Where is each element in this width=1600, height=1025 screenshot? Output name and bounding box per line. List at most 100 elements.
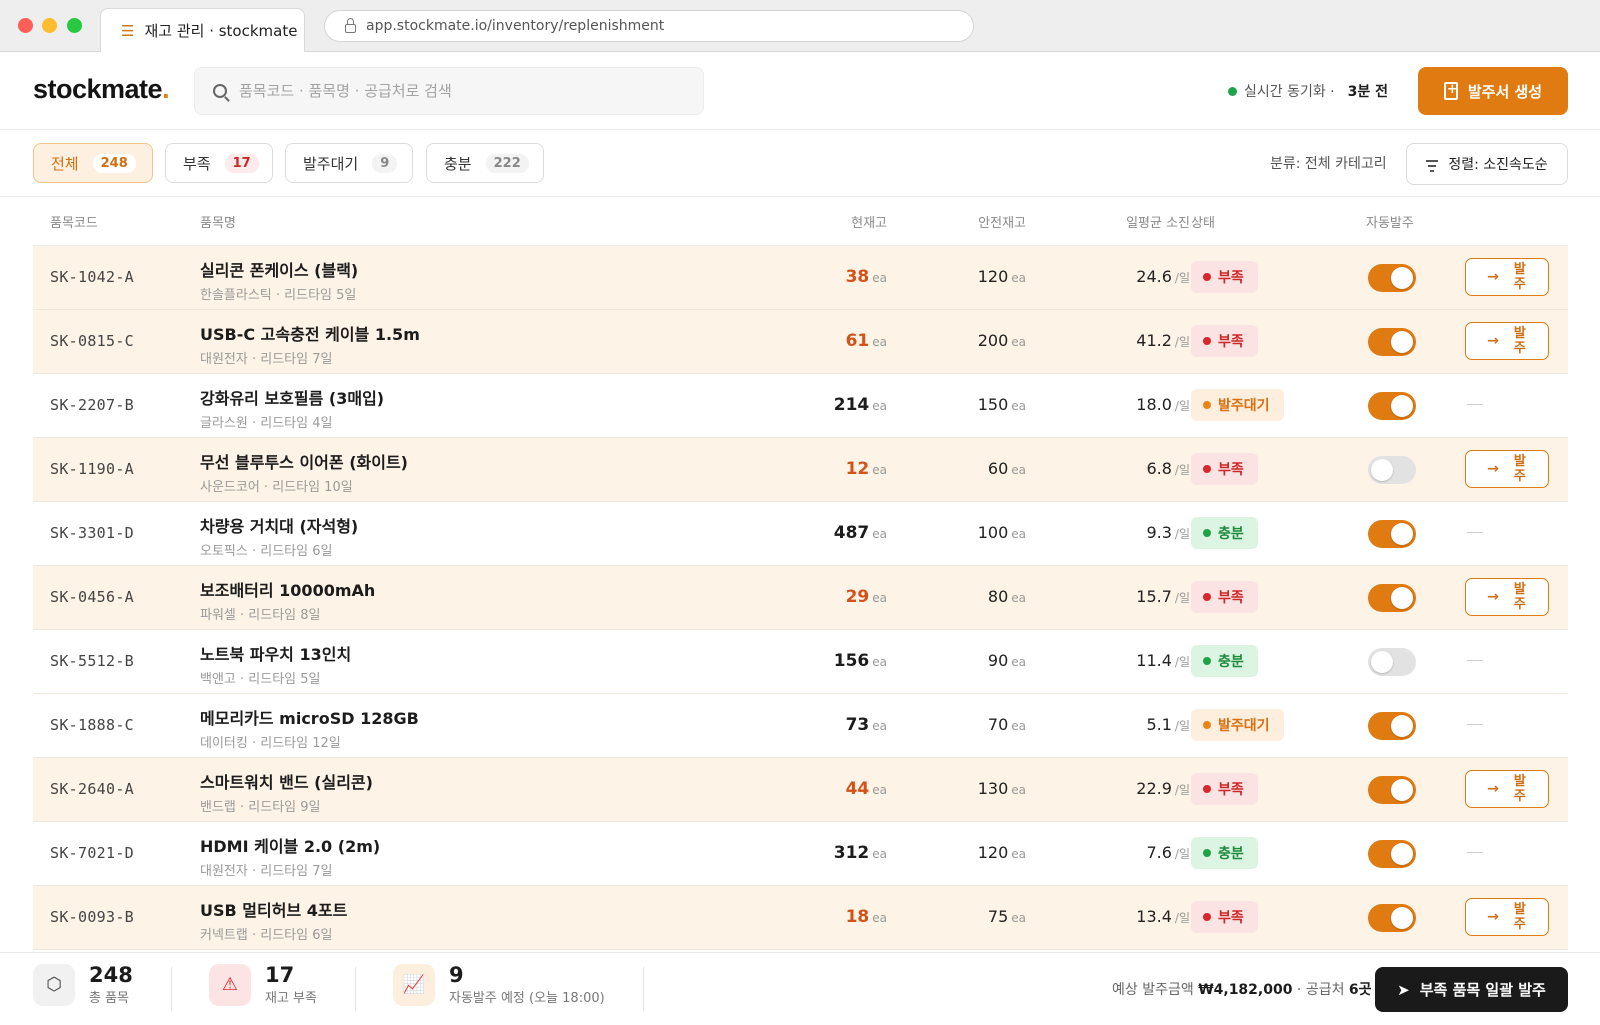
search-input[interactable] [239, 82, 679, 100]
logo[interactable]: stockmate. [33, 74, 170, 105]
order-button[interactable]: → 발주 [1465, 322, 1549, 360]
col-safety[interactable]: 안전재고 [913, 212, 1026, 231]
table-row[interactable]: SK-1190-A 무선 블루투스 이어폰 (화이트) 사운드코어 · 리드타임… [33, 438, 1568, 502]
table-row[interactable]: SK-2207-B 강화유리 보호필름 (3매입) 글라스원 · 리드타임 4일… [33, 374, 1568, 438]
inventory-table: 품목코드 품목명 현재고 안전재고 일평균 소진 상태 자동발주 SK-1042… [33, 198, 1568, 950]
arrow-right-icon: → [1487, 269, 1499, 285]
col-auto[interactable]: 자동발주 [1366, 212, 1414, 231]
item-name[interactable]: 메모리카드 microSD 128GB [200, 705, 419, 729]
safety-stock: 130 ea [977, 779, 1026, 798]
table-row[interactable]: SK-2640-A 스마트워치 밴드 (실리콘) 밴드랩 · 리드타임 9일 4… [33, 758, 1568, 822]
table-row[interactable]: SK-1042-A 실리콘 폰케이스 (블랙) 한솔플라스틱 · 리드타임 5일… [33, 246, 1568, 310]
status-dot-icon [1203, 529, 1211, 537]
col-code[interactable]: 품목코드 [50, 212, 98, 231]
auto-order-toggle[interactable] [1368, 456, 1416, 484]
arrow-right-icon: → [1487, 781, 1499, 797]
col-name[interactable]: 품목명 [200, 212, 236, 231]
table-row[interactable]: SK-0093-B USB 멀티허브 4포트 커넥트랩 · 리드타임 6일 18… [33, 886, 1568, 950]
current-stock: 214 ea [833, 395, 887, 415]
auto-order-toggle[interactable] [1368, 776, 1416, 804]
table-row[interactable]: SK-0815-C USB-C 고속충전 케이블 1.5m 대원전자 · 리드타… [33, 310, 1568, 374]
auto-order-toggle[interactable] [1368, 712, 1416, 740]
item-code: SK-0815-C [50, 332, 134, 350]
daily-consumption: 13.4/일 [1136, 907, 1190, 926]
daily-consumption: 6.8/일 [1146, 459, 1190, 478]
item-name[interactable]: 무선 블루투스 이어폰 (화이트) [200, 449, 408, 473]
lock-icon [345, 17, 356, 33]
filter-bar: 전체 248 부족 17 발주대기 9 충분 222 분류: 전체 카테고리 정… [0, 131, 1600, 197]
auto-order-toggle[interactable] [1368, 520, 1416, 548]
arrow-right-icon: → [1487, 589, 1499, 605]
item-name-cell: 강화유리 보호필름 (3매입) 글라스원 · 리드타임 4일 [200, 385, 384, 431]
item-name[interactable]: USB 멀티허브 4포트 [200, 897, 347, 921]
item-name[interactable]: USB-C 고속충전 케이블 1.5m [200, 321, 420, 345]
item-code: SK-2207-B [50, 396, 134, 414]
item-code: SK-2640-A [50, 780, 134, 798]
table-row[interactable]: SK-5512-B 노트북 파우치 13인치 백앤고 · 리드타임 5일 156… [33, 630, 1568, 694]
daily-consumption: 22.9/일 [1136, 779, 1190, 798]
table-row[interactable]: SK-1888-C 메모리카드 microSD 128GB 데이터킹 · 리드타… [33, 694, 1568, 758]
item-name[interactable]: 스마트워치 밴드 (실리콘) [200, 769, 373, 793]
category-filter[interactable]: 분류: 전체 카테고리 [1270, 153, 1387, 173]
item-supplier: 대원전자 · 리드타임 7일 [200, 352, 333, 367]
create-po-button[interactable]: 발주서 생성 [1418, 67, 1568, 115]
browser-tab[interactable]: ☰ 재고 관리 · stockmate [100, 8, 305, 52]
item-name-cell: USB-C 고속충전 케이블 1.5m 대원전자 · 리드타임 7일 [200, 321, 420, 367]
order-button[interactable]: → 발주 [1465, 578, 1549, 616]
chart-icon: 📈 [393, 963, 435, 1006]
order-button[interactable]: → 발주 [1465, 770, 1549, 808]
filter-chip-sufficient[interactable]: 충분 222 [426, 143, 544, 183]
auto-order-toggle[interactable] [1368, 904, 1416, 932]
auto-order-toggle[interactable] [1368, 392, 1416, 420]
item-supplier: 오토픽스 · 리드타임 6일 [200, 544, 333, 559]
status-dot-icon [1203, 337, 1211, 345]
auto-order-toggle[interactable] [1368, 648, 1416, 676]
address-bar[interactable]: app.stockmate.io/inventory/replenishment [324, 10, 974, 42]
col-daily[interactable]: 일평균 소진 [1073, 212, 1190, 231]
current-stock: 487 ea [833, 523, 887, 543]
status-dot-icon [1203, 273, 1211, 281]
order-button[interactable]: → 발주 [1465, 450, 1549, 488]
filter-chip-all[interactable]: 전체 248 [33, 143, 153, 183]
divider [171, 967, 172, 1011]
item-supplier: 글라스원 · 리드타임 4일 [200, 416, 333, 431]
sort-button[interactable]: 정렬: 소진속도순 [1406, 143, 1568, 185]
bulk-order-button[interactable]: ➤ 부족 품목 일괄 발주 [1375, 967, 1568, 1012]
status-badge: 충분 [1191, 645, 1258, 677]
auto-order-toggle[interactable] [1368, 584, 1416, 612]
window-close-button[interactable] [18, 18, 33, 33]
app-header: stockmate. 실시간 동기화 · 3분 전 발주서 생성 [0, 52, 1600, 130]
table-row[interactable]: SK-3301-D 차량용 거치대 (자석형) 오토픽스 · 리드타임 6일 4… [33, 502, 1568, 566]
auto-order-toggle[interactable] [1368, 328, 1416, 356]
search-box[interactable] [194, 67, 704, 115]
item-name[interactable]: 노트북 파우치 13인치 [200, 641, 351, 665]
item-supplier: 대원전자 · 리드타임 7일 [200, 864, 333, 879]
item-name[interactable]: 실리콘 폰케이스 (블랙) [200, 257, 358, 281]
col-stock[interactable]: 현재고 [773, 212, 887, 231]
order-button[interactable]: → 발주 [1465, 898, 1549, 936]
item-name-cell: 보조배터리 10000mAh 파워셀 · 리드타임 8일 [200, 577, 375, 623]
item-name[interactable]: 차량용 거치대 (자석형) [200, 513, 358, 537]
daily-consumption: 15.7/일 [1136, 587, 1190, 606]
filter-chip-pending[interactable]: 발주대기 9 [285, 143, 413, 183]
table-row[interactable]: SK-0456-A 보조배터리 10000mAh 파워셀 · 리드타임 8일 2… [33, 566, 1568, 630]
auto-order-toggle[interactable] [1368, 840, 1416, 868]
daily-consumption: 18.0/일 [1136, 395, 1190, 414]
item-name[interactable]: 강화유리 보호필름 (3매입) [200, 385, 384, 409]
divider [643, 967, 644, 1011]
col-status[interactable]: 상태 [1191, 212, 1215, 231]
status-badge: 부족 [1191, 581, 1258, 613]
daily-consumption: 41.2/일 [1136, 331, 1190, 350]
table-row[interactable]: SK-7021-D HDMI 케이블 2.0 (2m) 대원전자 · 리드타임 … [33, 822, 1568, 886]
status-badge: 발주대기 [1191, 389, 1284, 421]
item-name[interactable]: 보조배터리 10000mAh [200, 577, 375, 601]
status-badge: 부족 [1191, 453, 1258, 485]
sync-dot-icon [1228, 86, 1237, 96]
filter-chip-short[interactable]: 부족 17 [165, 143, 273, 183]
window-maximize-button[interactable] [67, 18, 82, 33]
window-minimize-button[interactable] [42, 18, 57, 33]
no-action-dash [1467, 852, 1483, 853]
order-button[interactable]: → 발주 [1465, 258, 1549, 296]
item-name[interactable]: HDMI 케이블 2.0 (2m) [200, 833, 380, 857]
auto-order-toggle[interactable] [1368, 264, 1416, 292]
